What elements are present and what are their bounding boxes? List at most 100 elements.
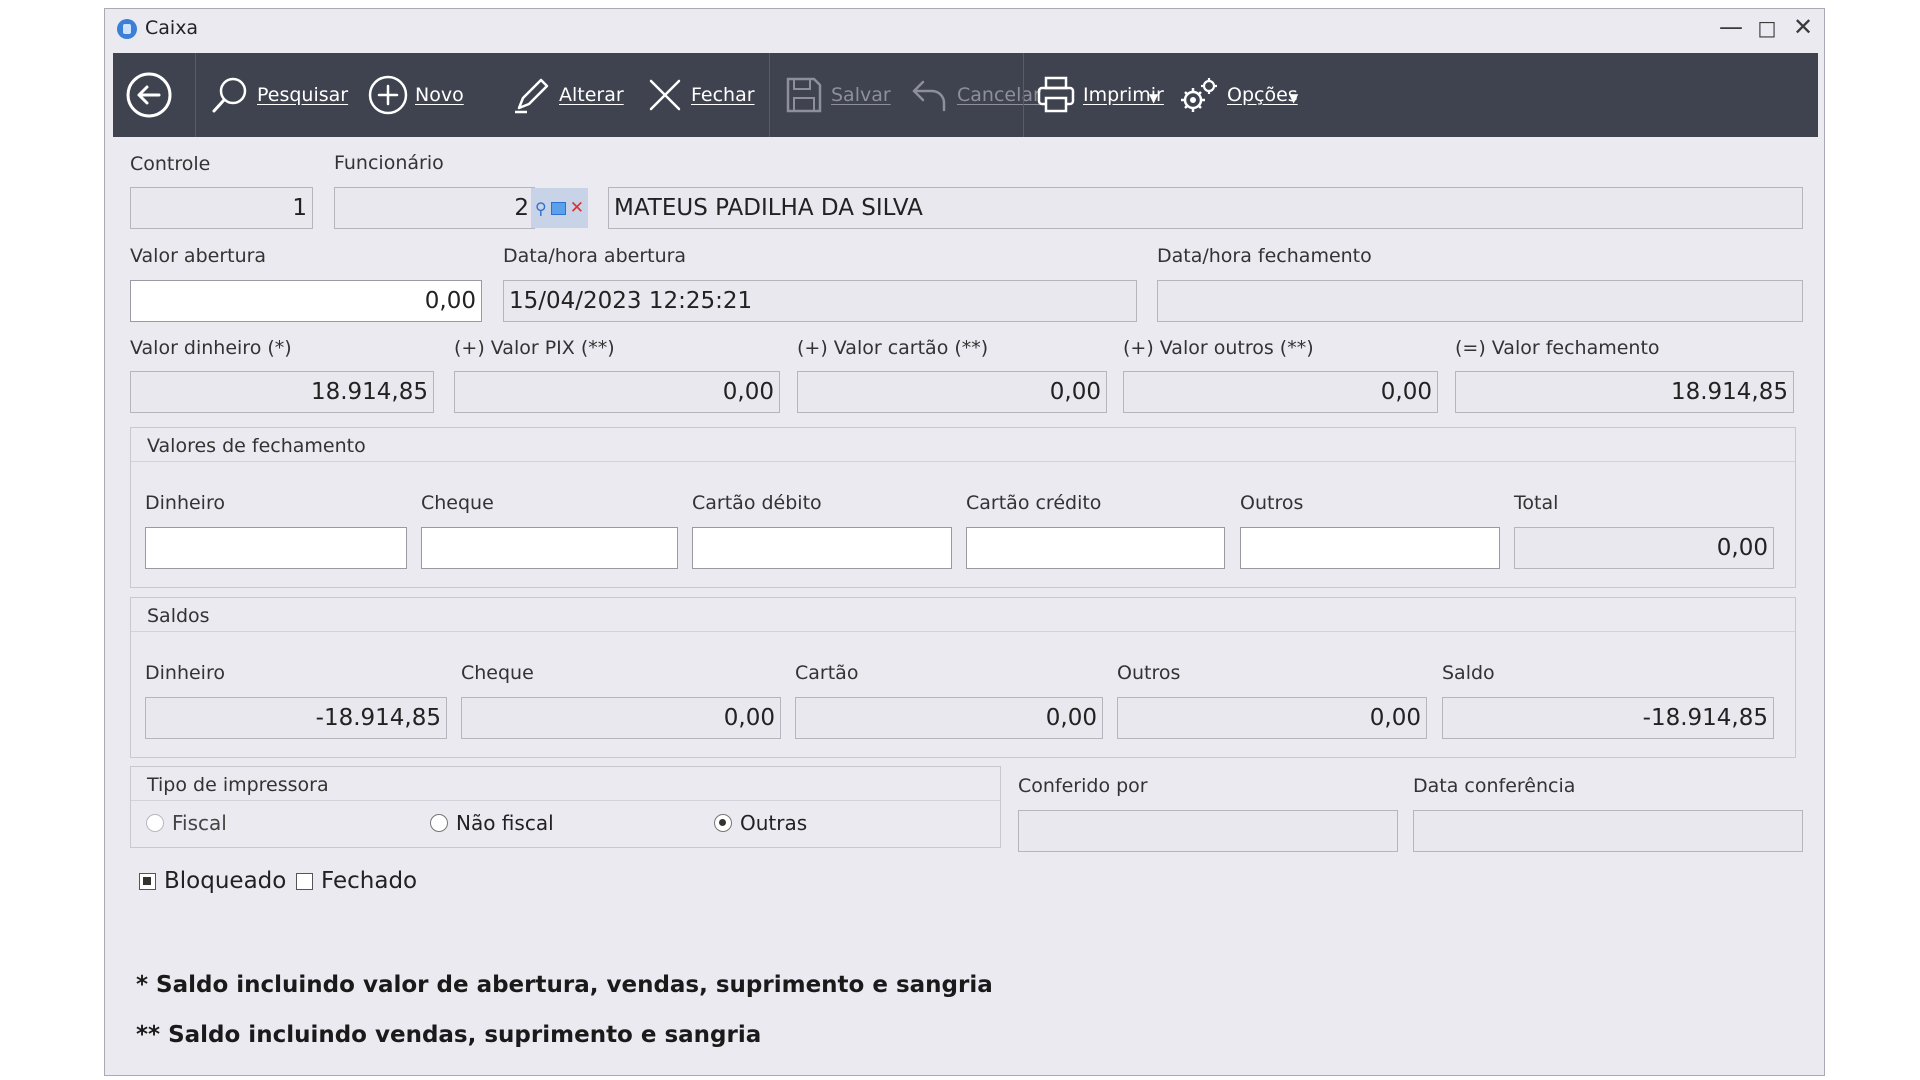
saldo-total-field[interactable]: -18.914,85 xyxy=(1442,697,1774,739)
valor-abertura-field[interactable]: 0,00 xyxy=(130,280,482,322)
fech-cartao-credito-label: Cartão crédito xyxy=(966,492,1102,514)
bloqueado-box xyxy=(139,872,156,890)
printer-icon xyxy=(1037,76,1075,113)
valor-dinheiro-label: Valor dinheiro (*) xyxy=(130,337,292,359)
note-saldo-vendas: ** Saldo incluindo vendas, suprimento e … xyxy=(136,1022,762,1048)
fech-cartao-debito-field[interactable] xyxy=(692,527,952,569)
fechamento-group-title: Valores de fechamento xyxy=(147,435,366,457)
radio-outras-dot xyxy=(714,814,732,832)
valor-pix-label: (+) Valor PIX (**) xyxy=(454,337,615,359)
data-abertura-field[interactable]: 15/04/2023 12:25:21 xyxy=(503,280,1137,322)
radio-fiscal-label: Fiscal xyxy=(172,811,227,835)
controle-field[interactable]: 1 xyxy=(130,187,313,229)
salvar-button[interactable]: Salvar xyxy=(783,53,891,137)
fech-total-field[interactable]: 0,00 xyxy=(1514,527,1774,569)
fech-cartao-credito-field[interactable] xyxy=(966,527,1225,569)
imprimir-button[interactable]: Imprimir xyxy=(1035,53,1164,137)
fech-dinheiro-label: Dinheiro xyxy=(145,492,225,514)
fechamento-group: Valores de fechamento Dinheiro Cheque Ca… xyxy=(130,427,1796,588)
save-icon xyxy=(786,77,822,113)
imprimir-dropdown-icon[interactable]: ▼ xyxy=(1149,91,1158,105)
search-icon xyxy=(212,77,247,113)
saldo-cheque-label: Cheque xyxy=(461,662,534,684)
funcionario-name-field[interactable]: MATEUS PADILHA DA SILVA xyxy=(608,187,1803,229)
lookup-clear-icon[interactable]: ✕ xyxy=(570,198,584,218)
novo-button[interactable]: Novo xyxy=(367,53,464,137)
opcoes-dropdown-icon[interactable]: ▼ xyxy=(1289,91,1298,105)
close-x-icon xyxy=(649,79,681,111)
lookup-search-icon[interactable]: ⚲ xyxy=(535,199,547,218)
fech-dinheiro-field[interactable] xyxy=(145,527,407,569)
add-icon xyxy=(368,75,408,115)
impressora-group-title: Tipo de impressora xyxy=(147,774,329,796)
saldo-outros-label: Outros xyxy=(1117,662,1181,684)
valor-abertura-label: Valor abertura xyxy=(130,245,267,267)
saldo-cartao-field[interactable]: 0,00 xyxy=(795,697,1103,739)
undo-icon xyxy=(912,80,946,112)
saldo-dinheiro-field[interactable]: -18.914,85 xyxy=(145,697,447,739)
toolbar-separator xyxy=(1023,53,1024,137)
radio-outras[interactable]: Outras xyxy=(714,811,807,835)
gears-icon xyxy=(1181,78,1217,112)
valor-pix-field[interactable]: 0,00 xyxy=(454,371,780,413)
radio-fiscal-dot xyxy=(146,814,164,832)
opcoes-button[interactable]: Opções xyxy=(1177,53,1298,137)
fech-total-label: Total xyxy=(1514,492,1559,514)
cancelar-button[interactable]: Cancelar xyxy=(909,53,1041,137)
lookup-list-icon[interactable] xyxy=(550,201,566,215)
saldo-cheque-field[interactable]: 0,00 xyxy=(461,697,781,739)
data-conferencia-label: Data conferência xyxy=(1413,775,1576,797)
fech-cartao-debito-label: Cartão débito xyxy=(692,492,822,514)
group-divider xyxy=(131,800,1000,801)
valor-dinheiro-field[interactable]: 18.914,85 xyxy=(130,371,434,413)
minimize-icon[interactable]: — xyxy=(1716,13,1746,41)
close-icon[interactable]: ✕ xyxy=(1788,13,1818,41)
valor-fechamento-field[interactable]: 18.914,85 xyxy=(1455,371,1794,413)
pencil-icon xyxy=(515,78,549,114)
caixa-window: Caixa — □ ✕ Pesquisar Novo Alterar Fecha… xyxy=(104,8,1825,1076)
fechado-checkbox[interactable]: Fechado xyxy=(296,868,417,894)
valor-outros-field[interactable]: 0,00 xyxy=(1123,371,1438,413)
radio-nao-fiscal-label: Não fiscal xyxy=(456,811,554,835)
toolbar: Pesquisar Novo Alterar Fechar Salvar Can… xyxy=(113,53,1818,137)
saldo-dinheiro-label: Dinheiro xyxy=(145,662,225,684)
fech-outros-field[interactable] xyxy=(1240,527,1500,569)
radio-nao-fiscal-dot xyxy=(430,814,448,832)
fechado-label: Fechado xyxy=(321,868,418,894)
alterar-button[interactable]: Alterar xyxy=(511,53,624,137)
fech-cheque-field[interactable] xyxy=(421,527,678,569)
fech-outros-label: Outros xyxy=(1240,492,1304,514)
valor-cartao-field[interactable]: 0,00 xyxy=(797,371,1107,413)
opcoes-label: Opções xyxy=(1227,84,1298,106)
fechar-label: Fechar xyxy=(691,84,755,106)
valor-outros-label: (+) Valor outros (**) xyxy=(1123,337,1314,359)
funcionario-label: Funcionário xyxy=(334,152,444,174)
saldos-group-title: Saldos xyxy=(147,605,210,627)
maximize-icon[interactable]: □ xyxy=(1752,16,1782,40)
alterar-label: Alterar xyxy=(559,84,624,106)
data-conferencia-field[interactable] xyxy=(1413,810,1803,852)
radio-nao-fiscal[interactable]: Não fiscal xyxy=(430,811,554,835)
group-divider xyxy=(131,461,1795,462)
novo-label: Novo xyxy=(415,84,464,106)
toolbar-separator xyxy=(195,53,196,137)
saldo-outros-field[interactable]: 0,00 xyxy=(1117,697,1427,739)
fechar-button[interactable]: Fechar xyxy=(645,53,755,137)
group-divider xyxy=(131,631,1795,632)
back-button[interactable] xyxy=(125,53,179,137)
funcionario-actions: ⚲ ✕ xyxy=(531,188,588,228)
pesquisar-label: Pesquisar xyxy=(257,84,349,106)
saldos-group: Saldos Dinheiro -18.914,85 Cheque 0,00 C… xyxy=(130,597,1796,758)
radio-fiscal[interactable]: Fiscal xyxy=(146,811,227,835)
saldo-total-label: Saldo xyxy=(1442,662,1495,684)
bloqueado-checkbox[interactable]: Bloqueado xyxy=(139,868,286,894)
conferido-por-field[interactable] xyxy=(1018,810,1398,852)
funcionario-code-field[interactable]: 2 xyxy=(334,187,535,229)
cancelar-label: Cancelar xyxy=(957,84,1041,106)
radio-outras-label: Outras xyxy=(740,811,808,835)
saldo-cartao-label: Cartão xyxy=(795,662,859,684)
pesquisar-button[interactable]: Pesquisar xyxy=(209,53,348,137)
window-title: Caixa xyxy=(145,17,199,39)
conferido-por-label: Conferido por xyxy=(1018,775,1148,797)
data-fechamento-field[interactable] xyxy=(1157,280,1803,322)
